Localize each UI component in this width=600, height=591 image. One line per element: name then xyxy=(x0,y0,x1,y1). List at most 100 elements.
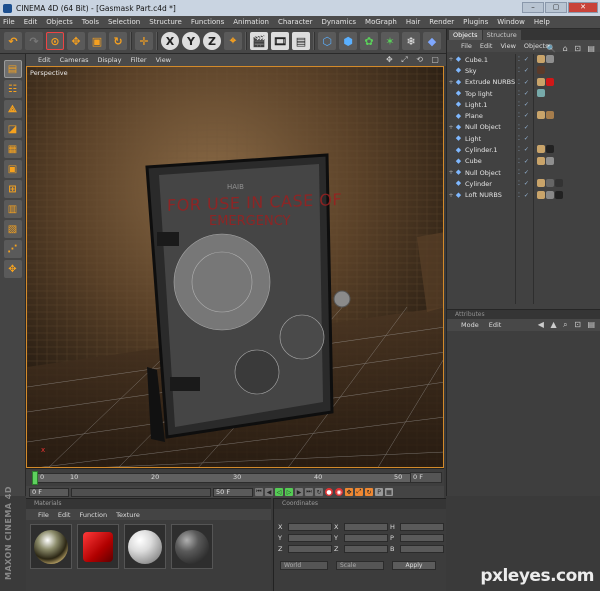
cube-primitive-icon[interactable]: ⬡ xyxy=(318,32,336,50)
scale-icon[interactable]: ▣ xyxy=(88,32,106,50)
visibility-toggle-icon[interactable]: ⁚ ✓ xyxy=(518,180,530,187)
position-x-field[interactable] xyxy=(288,522,332,531)
material-menu-file[interactable]: File xyxy=(38,511,49,519)
menu-objects[interactable]: Objects xyxy=(46,18,72,26)
start-frame-field[interactable]: 0 F xyxy=(29,487,69,497)
object-row[interactable]: + ◆ Extrude NURBS ⁚ ✓ xyxy=(447,77,600,88)
material-swatch-red[interactable] xyxy=(77,524,119,569)
visibility-toggle-icon[interactable]: ⁚ ✓ xyxy=(518,135,530,142)
use-model-tool-icon[interactable]: ▤ xyxy=(3,60,22,78)
timeline-track[interactable] xyxy=(32,473,432,483)
current-frame-field[interactable]: 0 F xyxy=(410,472,442,483)
undo-icon[interactable]: ↶ xyxy=(4,32,22,50)
viewport-menu-filter[interactable]: Filter xyxy=(130,56,146,64)
soft-selection-icon[interactable]: ⋰ xyxy=(3,240,22,258)
material-menu-function[interactable]: Function xyxy=(79,511,107,519)
menu-file[interactable]: File xyxy=(3,18,15,26)
material-swatch-white[interactable] xyxy=(124,524,166,569)
edge-mode-icon[interactable]: ◪ xyxy=(3,120,22,138)
polygon-mode-icon[interactable]: ⟁ xyxy=(3,100,22,118)
move-icon[interactable]: ✥ xyxy=(67,32,85,50)
visibility-toggle-icon[interactable]: ⁚ ✓ xyxy=(518,56,530,63)
om-menu-file[interactable]: File xyxy=(461,42,472,50)
use-object-tool-icon[interactable]: ☷ xyxy=(3,80,22,98)
texture-mode-icon[interactable]: ▣ xyxy=(3,160,22,178)
material-tag-icon[interactable] xyxy=(546,111,554,120)
y-axis-lock-icon[interactable]: Y xyxy=(182,32,200,50)
material-tag-icon[interactable] xyxy=(537,55,545,63)
object-row[interactable]: ◆ Cylinder ⁚ ✓ xyxy=(447,178,600,189)
visibility-toggle-icon[interactable]: ⁚ ✓ xyxy=(518,90,530,97)
attr-menu-edit[interactable]: Edit xyxy=(489,321,502,329)
object-row[interactable]: + ◆ Null Object ⁚ ✓ xyxy=(447,167,600,178)
menu-hair[interactable]: Hair xyxy=(406,18,420,26)
render-view-icon[interactable]: 🎬 xyxy=(250,32,268,50)
x-axis-lock-icon[interactable]: X xyxy=(161,32,179,50)
menu-edit[interactable]: Edit xyxy=(24,18,38,26)
object-row[interactable]: ◆ Light ⁚ ✓ xyxy=(447,133,600,144)
point-mode-icon[interactable]: ▦ xyxy=(3,140,22,158)
array-icon[interactable]: ✶ xyxy=(381,32,399,50)
material-tag-icon[interactable] xyxy=(537,145,545,154)
rotation-h-field[interactable] xyxy=(400,522,444,531)
tab-structure[interactable]: Structure xyxy=(482,30,521,40)
menu-render[interactable]: Render xyxy=(429,18,454,26)
workplane-icon[interactable]: ⊞ xyxy=(3,180,22,198)
material-tag-icon[interactable] xyxy=(546,156,554,165)
object-row[interactable]: + ◆ Null Object ⁚ ✓ xyxy=(447,122,600,133)
material-tag-icon[interactable] xyxy=(546,145,554,154)
material-menu-texture[interactable]: Texture xyxy=(116,511,140,519)
visibility-toggle-icon[interactable]: ⁚ ✓ xyxy=(518,146,530,153)
attr-toolbar-icons[interactable]: ◀ ▲ ⌕ ⊡ ▤ xyxy=(538,320,597,330)
go-to-end-icon[interactable]: ⏭ xyxy=(305,488,313,496)
timeline-cursor[interactable] xyxy=(32,471,38,485)
visibility-toggle-icon[interactable]: ⁚ ✓ xyxy=(518,192,530,199)
checker-icon[interactable]: ▧ xyxy=(3,220,22,238)
close-button[interactable]: ✕ xyxy=(568,2,598,13)
minimize-button[interactable]: – xyxy=(522,2,544,13)
material-tag-icon[interactable] xyxy=(546,190,554,199)
menu-animation[interactable]: Animation xyxy=(233,18,269,26)
scale-y-field[interactable] xyxy=(344,533,388,542)
rotate-icon[interactable]: ↻ xyxy=(109,32,127,50)
viewport-menu-view[interactable]: View xyxy=(156,56,171,64)
object-row[interactable]: ◆ Sky ⁚ ✓ xyxy=(447,65,600,76)
object-row[interactable]: ◆ Cylinder.1 ⁚ ✓ xyxy=(447,144,600,155)
sculpt-icon[interactable]: ✥ xyxy=(3,260,22,278)
menu-tools[interactable]: Tools xyxy=(82,18,99,26)
attr-menu-mode[interactable]: Mode xyxy=(461,321,479,329)
rotation-b-field[interactable] xyxy=(400,544,444,553)
om-menu-view[interactable]: View xyxy=(500,42,515,50)
position-y-field[interactable] xyxy=(288,533,332,542)
scale-z-field[interactable] xyxy=(344,544,388,553)
viewport-menu-cameras[interactable]: Cameras xyxy=(60,56,89,64)
material-tag-icon[interactable] xyxy=(537,111,545,120)
autokey-icon[interactable]: ◉ xyxy=(335,488,343,496)
record-icon[interactable]: ● xyxy=(325,488,333,496)
menu-selection[interactable]: Selection xyxy=(108,18,140,26)
visibility-toggle-icon[interactable]: ⁚ ✓ xyxy=(518,79,530,86)
visibility-toggle-icon[interactable]: ⁚ ✓ xyxy=(518,112,530,119)
material-swatch-chrome[interactable] xyxy=(30,524,72,569)
menu-window[interactable]: Window xyxy=(497,18,525,26)
rotation-p-field[interactable] xyxy=(400,533,444,542)
live-selection-icon[interactable]: ⊙ xyxy=(46,32,64,50)
tab-objects[interactable]: Objects xyxy=(449,30,482,40)
material-tag-icon[interactable] xyxy=(555,190,563,199)
play-forward-icon[interactable]: ▷ xyxy=(285,488,293,496)
point-level-icon[interactable]: ▦ xyxy=(385,488,393,496)
material-tag-icon[interactable] xyxy=(546,55,554,63)
expand-toggle-icon[interactable]: + xyxy=(447,79,455,86)
add-tool-icon[interactable]: ✛ xyxy=(135,32,153,50)
material-tag-icon[interactable] xyxy=(537,190,545,199)
material-tag-icon[interactable] xyxy=(537,88,545,97)
material-menu-edit[interactable]: Edit xyxy=(58,511,71,519)
expand-toggle-icon[interactable]: + xyxy=(447,56,455,63)
rotation-key-icon[interactable]: ↻ xyxy=(365,488,373,496)
object-row[interactable]: ◆ Plane ⁚ ✓ xyxy=(447,110,600,121)
material-tag-icon[interactable] xyxy=(537,66,545,75)
object-row[interactable]: ◆ Top light ⁚ ✓ xyxy=(447,88,600,99)
expand-toggle-icon[interactable]: + xyxy=(447,124,455,131)
end-frame-field[interactable]: 50 F xyxy=(213,487,253,497)
viewport-menu-display[interactable]: Display xyxy=(98,56,122,64)
